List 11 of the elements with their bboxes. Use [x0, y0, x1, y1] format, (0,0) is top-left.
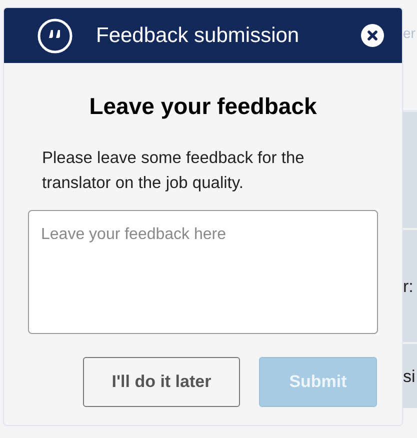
dialog-heading: Leave your feedback — [89, 92, 317, 121]
close-icon — [367, 30, 378, 41]
later-button[interactable]: I'll do it later — [83, 356, 240, 406]
background-text: si — [403, 368, 416, 384]
background-text: r: — [403, 278, 414, 294]
dialog-message: Please leave some feedback for the translator on the job quality. — [41, 148, 306, 194]
close-button[interactable] — [361, 24, 384, 47]
quote-icon — [37, 18, 73, 54]
feedback-field[interactable]: Leave your feedback here — [28, 210, 378, 334]
background-text: er — [403, 25, 416, 41]
window-title: Feedback submission — [96, 22, 300, 49]
